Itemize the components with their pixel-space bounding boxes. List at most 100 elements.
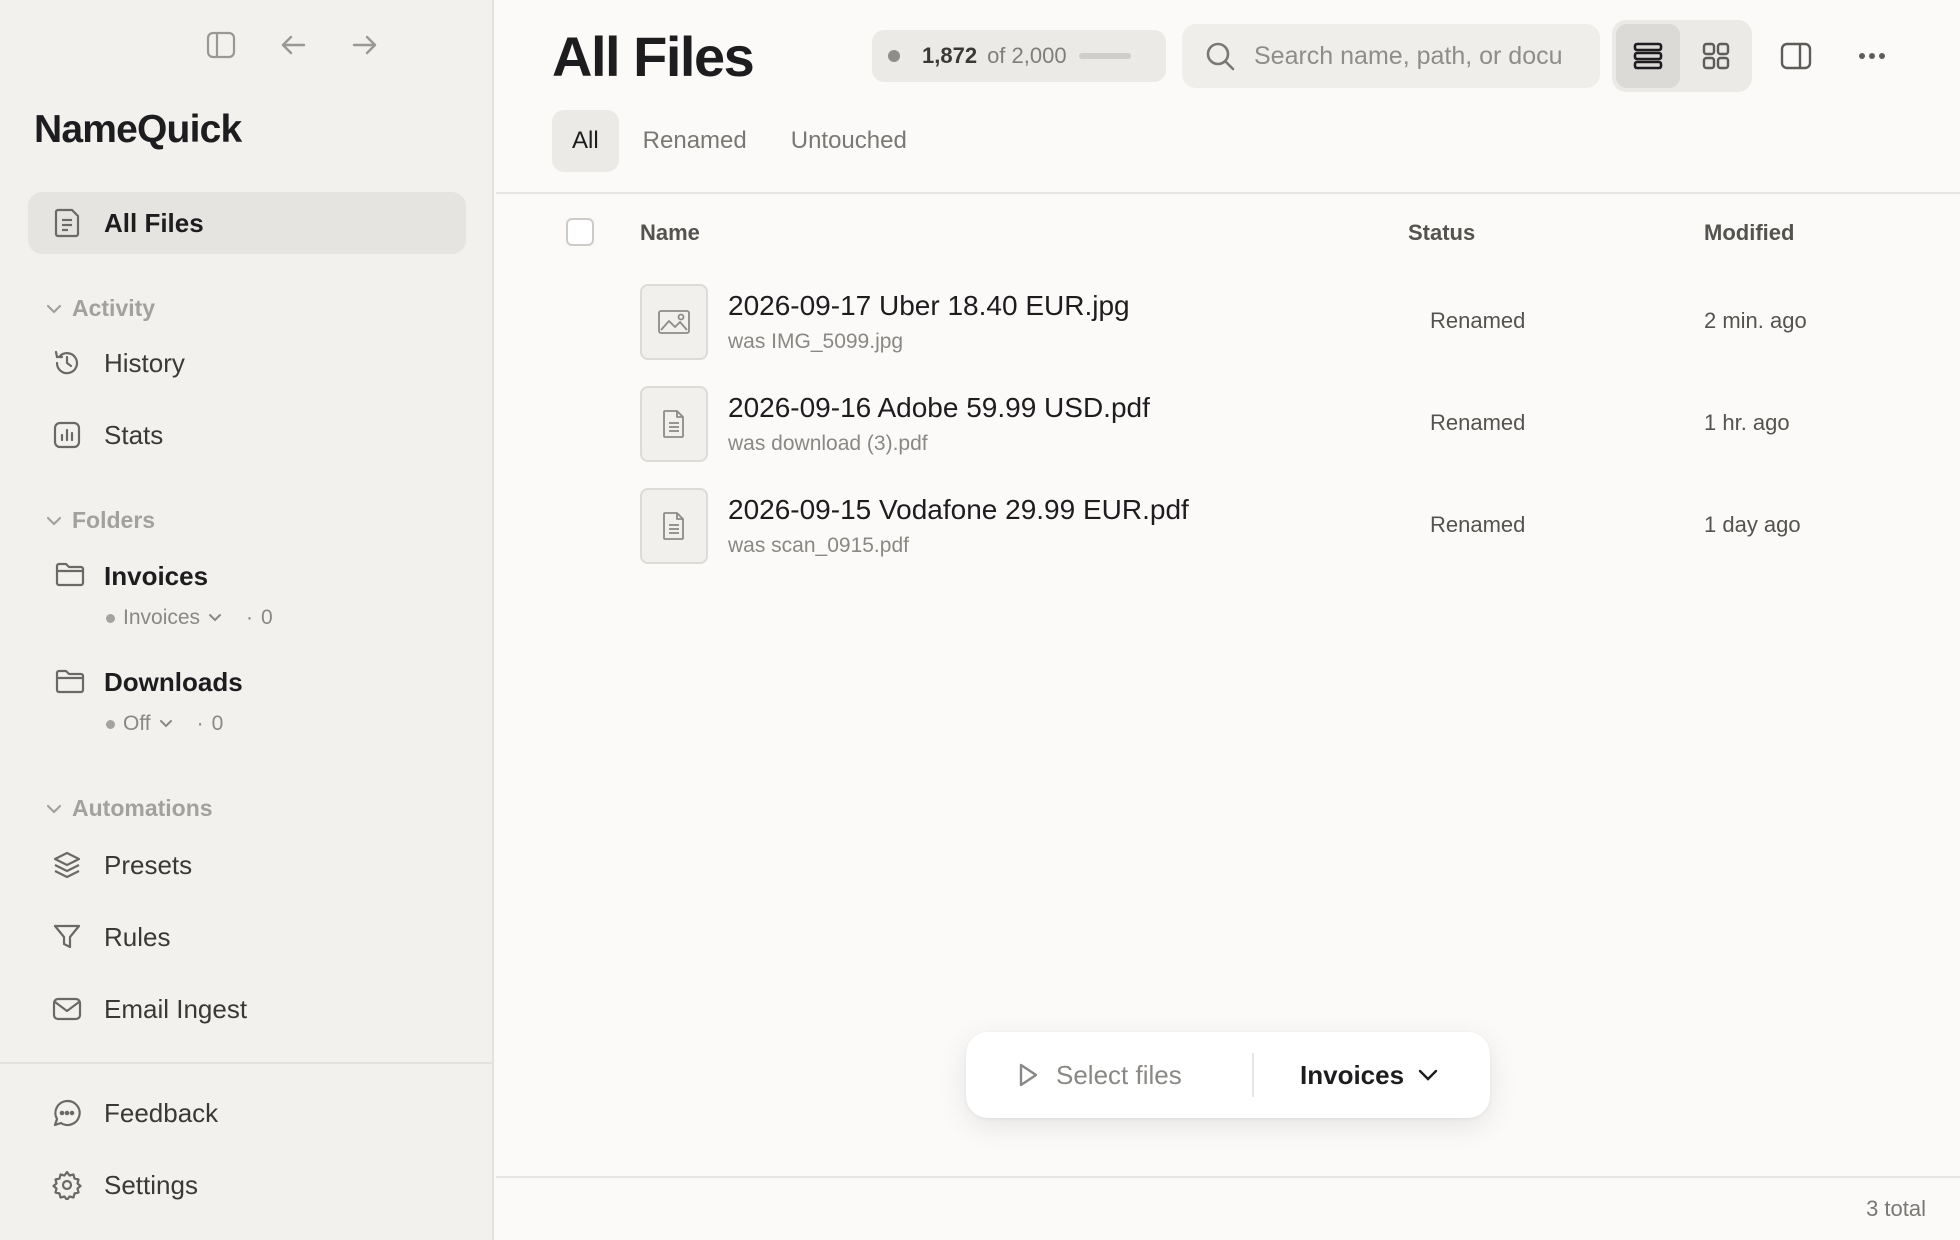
filter-icon — [50, 920, 84, 954]
header-divider — [496, 192, 1960, 194]
sidebar-item-stats[interactable]: Stats — [28, 404, 466, 466]
tab-untouched[interactable]: Untouched — [771, 110, 927, 172]
file-name: 2026-09-17 Uber 18.40 EUR.jpg — [728, 290, 1130, 321]
section-folders[interactable]: Folders — [46, 507, 155, 534]
quota-meter[interactable]: 1,872 of 2,000 — [872, 30, 1166, 82]
sidebar-toggle-icon[interactable] — [202, 26, 240, 64]
column-header-status[interactable]: Status — [1408, 220, 1475, 246]
quota-status-dot — [888, 50, 900, 62]
chevron-down-icon[interactable] — [159, 719, 173, 729]
file-name: 2026-09-16 Adobe 59.99 USD.pdf — [728, 392, 1150, 423]
page-title: All Files — [552, 25, 755, 88]
document-icon — [640, 386, 708, 462]
status-label: Renamed — [1430, 512, 1526, 537]
inspector-toggle-button[interactable] — [1776, 36, 1816, 76]
sidebar-item-rules[interactable]: Rules — [28, 906, 466, 968]
sidebar-item-presets[interactable]: Presets — [28, 834, 466, 896]
quota-progress-bar — [1078, 53, 1131, 59]
list-view-button[interactable] — [1616, 24, 1680, 88]
sidebar-item-settings[interactable]: Settings — [28, 1154, 466, 1216]
ellipsis-icon — [1859, 53, 1885, 59]
chevron-down-icon[interactable] — [208, 613, 222, 623]
folder-downloads[interactable]: Downloads — [104, 667, 243, 698]
table-row[interactable]: 2026-09-16 Adobe 59.99 USD.pdf was downl… — [496, 372, 1960, 474]
modified-time: 2 min. ago — [1704, 308, 1807, 333]
sidebar-item-label: Presets — [104, 849, 193, 880]
sidebar-item-label: All Files — [104, 207, 204, 238]
search-input[interactable] — [1254, 41, 1564, 71]
sidebar-divider — [0, 1062, 494, 1064]
image-icon — [640, 284, 708, 360]
floating-action-bar: Select files Invoices — [966, 1032, 1490, 1118]
view-toggle — [1612, 20, 1752, 92]
sidebar-item-email-ingest[interactable]: Email Ingest — [28, 978, 466, 1040]
table-row[interactable]: 2026-09-15 Vodafone 29.99 EUR.pdf was sc… — [496, 474, 1960, 576]
tab-all[interactable]: All — [552, 110, 619, 172]
window-controls — [202, 26, 384, 64]
gear-icon — [50, 1168, 84, 1202]
status-label: Renamed — [1430, 308, 1526, 333]
forward-arrow-icon[interactable] — [346, 26, 384, 64]
file-name: 2026-09-15 Vodafone 29.99 EUR.pdf — [728, 494, 1189, 525]
folder-invoices[interactable]: Invoices — [104, 561, 208, 592]
grid-view-button[interactable] — [1684, 24, 1748, 88]
sidebar-item-label: Feedback — [104, 1097, 219, 1128]
chevron-down-icon — [46, 304, 62, 314]
app-title: NameQuick — [34, 108, 242, 151]
folder-icon — [54, 667, 86, 695]
search-icon — [1206, 42, 1235, 71]
more-options-button[interactable] — [1852, 36, 1892, 76]
sidebar-item-label: Settings — [104, 1169, 198, 1200]
main-content: All Files 1,872 of 2,000 All Renamed Unt… — [496, 0, 1960, 1240]
history-icon — [50, 346, 84, 380]
original-name: was scan_0915.pdf — [728, 534, 909, 557]
select-files-button[interactable]: Select files — [966, 1060, 1252, 1091]
quota-limit: of 2,000 — [987, 43, 1067, 68]
total-count: 3 total — [1866, 1196, 1926, 1221]
files-icon — [50, 206, 84, 240]
folder-count: 0 — [211, 712, 224, 735]
section-automations[interactable]: Automations — [46, 795, 213, 822]
folder-invoices-meta: Invoices · 0 — [106, 606, 273, 630]
modified-time: 1 hr. ago — [1704, 410, 1790, 435]
sidebar-item-label: Stats — [104, 419, 164, 450]
status-dot — [106, 613, 115, 623]
filter-tabs: All Renamed Untouched — [552, 110, 931, 172]
sidebar-item-label: Email Ingest — [104, 993, 248, 1024]
play-icon — [1019, 1063, 1038, 1087]
chat-bubble-icon — [50, 1096, 84, 1130]
sidebar-item-feedback[interactable]: Feedback — [28, 1082, 466, 1144]
table-row[interactable]: 2026-09-17 Uber 18.40 EUR.jpg was IMG_50… — [496, 270, 1960, 372]
folder-downloads-meta: Off · 0 — [106, 712, 223, 736]
mail-icon — [50, 992, 84, 1026]
folder-icon — [54, 560, 86, 588]
grid-view-icon — [1702, 42, 1730, 70]
inspector-panel-icon — [1780, 42, 1812, 70]
section-activity[interactable]: Activity — [46, 295, 155, 322]
back-arrow-icon[interactable] — [274, 26, 312, 64]
chevron-down-icon — [46, 804, 62, 814]
folder-preset-select[interactable]: Invoices — [123, 606, 200, 630]
layers-icon — [50, 848, 84, 882]
quota-used: 1,872 — [922, 43, 978, 68]
original-name: was download (3).pdf — [728, 432, 928, 455]
sidebar: NameQuick All Files Activity History Sta… — [0, 0, 494, 1240]
folder-count: 0 — [261, 606, 273, 629]
search-box[interactable] — [1182, 24, 1600, 88]
modified-time: 1 day ago — [1704, 512, 1801, 537]
folder-preset-select[interactable]: Off — [123, 712, 151, 736]
chevron-down-icon — [46, 516, 62, 526]
preset-dropdown[interactable]: Invoices — [1254, 1060, 1438, 1091]
chart-icon — [50, 418, 84, 452]
sidebar-item-label: Rules — [104, 921, 171, 952]
status-label: Renamed — [1430, 410, 1526, 435]
status-dot — [106, 719, 115, 729]
sidebar-item-history[interactable]: History — [28, 332, 466, 394]
column-header-name[interactable]: Name — [640, 220, 700, 246]
tab-renamed[interactable]: Renamed — [623, 110, 767, 172]
footer-divider — [496, 1176, 1960, 1178]
select-all-checkbox[interactable] — [566, 218, 594, 246]
sidebar-item-all-files[interactable]: All Files — [28, 192, 466, 254]
column-header-modified[interactable]: Modified — [1704, 220, 1794, 246]
original-name: was IMG_5099.jpg — [728, 330, 904, 353]
